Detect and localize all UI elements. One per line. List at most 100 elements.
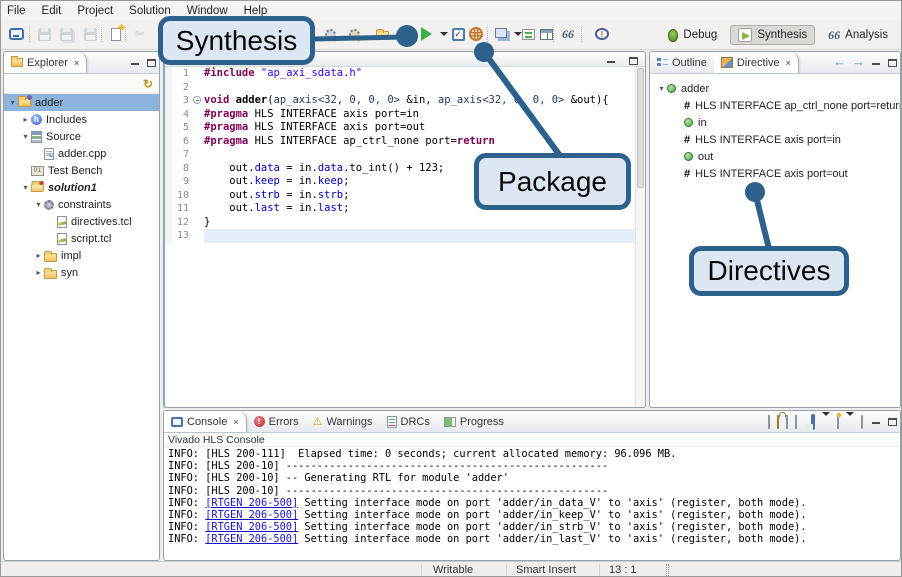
menu-file[interactable]: File	[7, 5, 26, 17]
tree-closed-arrow-icon[interactable]: ▸	[33, 251, 44, 260]
menu-help[interactable]: Help	[244, 5, 268, 17]
tree-open-arrow-icon[interactable]: ▾	[33, 200, 44, 209]
directive-item-in[interactable]: in	[650, 114, 900, 131]
toolbar-button-open-report-icon[interactable]	[373, 25, 391, 43]
console-message-link[interactable]: [RTGEN 206-500]	[205, 497, 298, 509]
tree-item-test-bench[interactable]: 01Test Bench	[4, 162, 159, 179]
tree-open-arrow-icon[interactable]: ▾	[7, 98, 18, 107]
console-maximize-button[interactable]	[884, 413, 900, 432]
console-log[interactable]: INFO: [HLS 200-111] Elapsed time: 0 seco…	[164, 447, 900, 546]
explorer-tab-close-icon[interactable]: ×	[74, 58, 79, 68]
console-tab-warnings[interactable]: ⚠Warnings	[306, 411, 380, 432]
console-message-link[interactable]: [RTGEN 206-500]	[205, 533, 298, 545]
tree-closed-arrow-icon[interactable]: ▸	[20, 115, 31, 124]
directive-tab[interactable]: Directive ×	[714, 52, 799, 73]
code-line-6[interactable]: 6#pragma HLS INTERFACE ap_ctrl_none port…	[165, 135, 645, 149]
tree-item-constraints[interactable]: ▾constraints	[4, 196, 159, 213]
debug-perspective-button[interactable]: Debug	[661, 27, 724, 44]
toolbar-button-show-console-icon[interactable]	[519, 25, 537, 43]
explorer-maximize-button[interactable]	[143, 54, 159, 73]
code-line-4[interactable]: 4#pragma HLS INTERFACE axis port=in	[165, 108, 645, 122]
menu-edit[interactable]: Edit	[42, 5, 62, 17]
editor-maximize-button[interactable]	[625, 56, 641, 65]
tree-item-syn[interactable]: ▸syn	[4, 264, 159, 281]
console-message-link[interactable]: [RTGEN 206-500]	[205, 509, 298, 521]
tree-item-script-tcl[interactable]: script.tcl	[4, 230, 159, 247]
synthesis-perspective-button[interactable]: Synthesis	[730, 25, 815, 45]
console-toolbar-show-when-output-icon[interactable]	[786, 416, 788, 428]
console-toolbar-remove-launch-icon[interactable]	[768, 416, 770, 428]
tree-open-arrow-icon[interactable]: ▾	[656, 84, 667, 93]
tree-item-includes[interactable]: ▸hIncludes	[4, 111, 159, 128]
console-tab-label: Progress	[460, 416, 504, 428]
forward-arrow-icon[interactable]: →	[849, 54, 868, 73]
console-tab-drcs[interactable]: DRCs	[380, 411, 437, 432]
code-line-12[interactable]: 12}	[165, 216, 645, 230]
outline-tab[interactable]: Outline	[650, 52, 714, 73]
console-toolbar-display-console-dropdown-icon[interactable]	[822, 416, 830, 428]
directive-tab-close-icon[interactable]: ×	[786, 58, 791, 68]
toolbar-button-run-c-synthesis-button[interactable]	[417, 25, 435, 43]
menu-window[interactable]: Window	[187, 5, 228, 17]
editor-minimize-button[interactable]	[603, 57, 619, 63]
console-toolbar-clear-console-icon[interactable]	[861, 416, 863, 428]
directive-minimize-button[interactable]	[868, 54, 884, 73]
tree-open-arrow-icon[interactable]: ▾	[20, 183, 31, 192]
console-tab-progress[interactable]: Progress	[437, 411, 511, 432]
directive-item-hls-interface-axis-port-in[interactable]: #HLS INTERFACE axis port=in	[650, 131, 900, 148]
analysis-perspective-button[interactable]: 66 Analysis	[821, 26, 895, 45]
tree-item-directives-tcl[interactable]: directives.tcl	[4, 213, 159, 230]
console-toolbar-open-console-dropdown-icon[interactable]	[846, 416, 854, 428]
code-line-5[interactable]: 5#pragma HLS INTERFACE axis port=out	[165, 121, 645, 135]
toolbar-button-run-flow-icon[interactable]	[345, 25, 363, 43]
toolbar-button-new-project-icon[interactable]	[7, 25, 25, 43]
console-minimize-button[interactable]	[868, 413, 884, 432]
pragma-hash-icon: #	[684, 168, 690, 180]
toolbar-button-run-c-simulation-icon[interactable]: ✓	[449, 25, 467, 43]
editor-scrollbar-thumb[interactable]	[637, 68, 644, 188]
toolbar-button-analysis-viewer-icon[interactable]: 66	[559, 25, 577, 43]
console-tab-close-icon[interactable]: ×	[233, 417, 238, 427]
explorer-tab[interactable]: Explorer ×	[4, 52, 87, 73]
menu-project[interactable]: Project	[77, 5, 113, 17]
toolbar-button-save-icon[interactable]	[35, 25, 53, 43]
toolbar-button-export-rtl-package-icon[interactable]	[467, 25, 485, 43]
console-message-link[interactable]: [RTGEN 206-500]	[205, 521, 298, 533]
toolbar-button-save-all-icon[interactable]	[57, 25, 75, 43]
menu-solution[interactable]: Solution	[129, 5, 171, 17]
directive-item-hls-interface-axis-port-out[interactable]: #HLS INTERFACE axis port=out	[650, 165, 900, 182]
tree-closed-arrow-icon[interactable]: ▸	[33, 268, 44, 277]
tree-item-adder-cpp[interactable]: cadder.cpp	[4, 145, 159, 162]
directive-item-hls-interface-ap-ctrl-none-port-return[interactable]: #HLS INTERFACE ap_ctrl_none port=return	[650, 97, 900, 114]
toolbar-button-help-bubble-icon[interactable]: !	[593, 25, 611, 43]
back-arrow-icon[interactable]: ←	[830, 54, 849, 73]
toolbar-separator	[29, 27, 30, 42]
refresh-sync-icon[interactable]: ↻	[143, 77, 153, 91]
explorer-minimize-button[interactable]	[127, 54, 143, 73]
tree-item-solution1[interactable]: ▾solution1	[4, 179, 159, 196]
code-line-13[interactable]: 13	[165, 229, 645, 243]
toolbar-button-cut-icon[interactable]: ✂	[131, 25, 149, 43]
console-toolbar-clear-on-launch-icon[interactable]	[795, 416, 797, 428]
tree-item-source[interactable]: ▾Source	[4, 128, 159, 145]
console-toolbar-open-console-icon[interactable]	[837, 416, 839, 428]
toolbar-button-save-as-icon[interactable]	[81, 25, 99, 43]
fold-collapse-icon[interactable]	[193, 96, 201, 104]
toolbar-button-new-file-icon[interactable]	[107, 25, 125, 43]
tree-open-arrow-icon[interactable]: ▾	[20, 132, 31, 141]
directive-item-adder[interactable]: ▾adder	[650, 80, 900, 97]
tree-item-adder[interactable]: ▾adder	[4, 94, 159, 111]
toolbar-button-project-settings-icon[interactable]	[321, 25, 339, 43]
editor-scrollbar[interactable]	[635, 67, 645, 408]
directive-item-out[interactable]: out	[650, 148, 900, 165]
code-line-1[interactable]: 1#include "ap_axi_sdata.h"	[165, 67, 645, 81]
code-line-3[interactable]: 3void adder(ap_axis<32, 0, 0, 0> &in, ap…	[165, 94, 645, 108]
directive-maximize-button[interactable]	[884, 54, 900, 73]
console-tab-console[interactable]: Console×	[164, 411, 247, 432]
tree-item-impl[interactable]: ▸impl	[4, 247, 159, 264]
open-console-dropdown-icon	[846, 412, 854, 428]
console-tab-errors[interactable]: !Errors	[247, 411, 306, 432]
toolbar-button-window-layout-icon[interactable]	[537, 25, 555, 43]
code-line-2[interactable]: 2	[165, 81, 645, 95]
console-toolbar-scroll-lock-icon[interactable]	[777, 416, 779, 428]
